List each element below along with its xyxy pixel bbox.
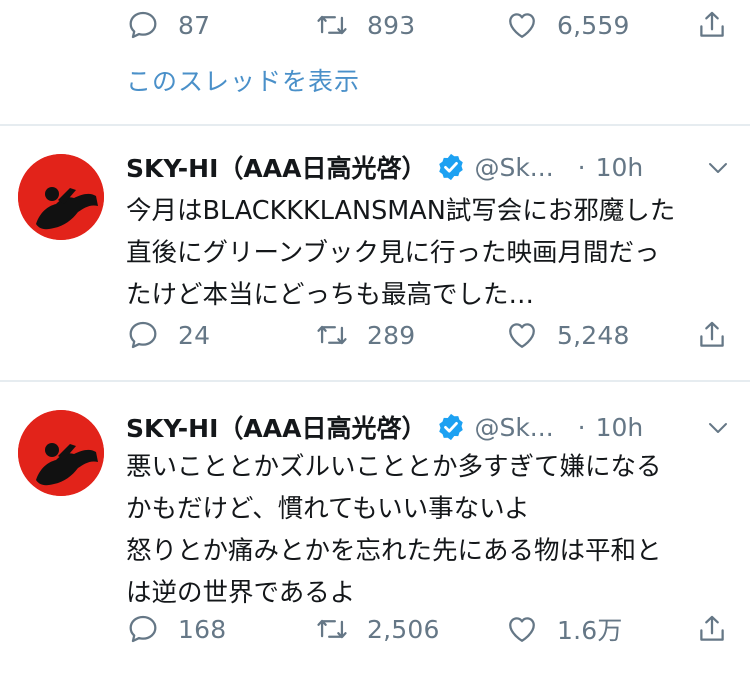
reply-icon (129, 11, 157, 39)
reply-icon (129, 321, 157, 349)
retweet-icon (317, 325, 347, 345)
tweet-text-line: 今月はBLACKKKLANSMAN試写会にお邪魔した (126, 196, 676, 226)
show-thread-link[interactable]: このスレッドを表示 (126, 62, 360, 98)
avatar[interactable] (18, 410, 104, 496)
tweet-actions: 24 289 5,248 (0, 310, 750, 360)
like-button[interactable]: 5,248 (505, 310, 630, 360)
retweet-button[interactable]: 2,506 (315, 604, 440, 654)
retweet-count: 893 (367, 10, 416, 40)
retweet-icon (317, 619, 347, 639)
like-icon (509, 13, 535, 38)
share-button[interactable] (695, 604, 729, 654)
tweet[interactable]: SKY-HI（AAA日高光啓） @Sk... · 10h 悪いこととかズルいこと… (0, 382, 750, 677)
like-count: 5,248 (557, 320, 630, 350)
reply-button[interactable]: 87 (126, 0, 210, 50)
chevron-down-icon[interactable] (706, 156, 730, 180)
timestamp[interactable]: 10h (596, 153, 644, 182)
like-button[interactable]: 6,559 (505, 0, 630, 50)
like-count: 1.6万 (557, 616, 623, 645)
tweet-text: 悪いこととかズルいこととか多すぎて嫌になる かもだけど、慣れてもいい事ないよ 怒… (126, 446, 726, 614)
like-icon (509, 323, 535, 348)
tweet-actions: 168 2,506 1.6万 (0, 604, 750, 654)
separator-dot: · (577, 412, 586, 442)
reply-button[interactable]: 168 (126, 604, 226, 654)
retweet-button[interactable]: 289 (315, 310, 415, 360)
share-button[interactable] (695, 310, 729, 360)
like-icon (509, 617, 535, 642)
user-handle[interactable]: @Sk... (474, 153, 553, 182)
reply-button[interactable]: 24 (126, 310, 210, 360)
reply-count: 87 (178, 10, 211, 40)
avatar-image (18, 154, 104, 240)
display-name[interactable]: SKY-HI（AAA日高光啓） (126, 149, 426, 185)
tweet-text-line: かもだけど、慣れてもいい事ないよ (126, 494, 530, 524)
separator-dot: · (577, 152, 586, 182)
verified-badge-icon (439, 413, 464, 441)
retweet-count: 289 (367, 320, 416, 350)
tweet-header: SKY-HI（AAA日高光啓） @Sk... · 10h (126, 410, 643, 444)
tweet[interactable]: SKY-HI（AAA日高光啓） @Sk... · 10h 今月はBLACKKKL… (0, 126, 750, 380)
user-handle[interactable]: @Sk... (474, 413, 553, 442)
verified-badge-icon (439, 153, 464, 181)
timeline: 87 893 6,559 このスレッドを表示 SKY-HI（AAA日高光啓） @… (0, 0, 750, 677)
tweet-header: SKY-HI（AAA日高光啓） @Sk... · 10h (126, 150, 643, 184)
share-icon (700, 11, 724, 37)
like-count: 6,559 (557, 10, 630, 40)
tweet-text: 今月はBLACKKKLANSMAN試写会にお邪魔した 直後にグリーンブック見に行… (126, 190, 726, 316)
share-button[interactable] (695, 0, 729, 50)
tweet-text-line: 悪いこととかズルいこととか多すぎて嫌になる (126, 452, 662, 482)
like-button[interactable]: 1.6万 (505, 604, 623, 654)
display-name[interactable]: SKY-HI（AAA日高光啓） (126, 409, 426, 445)
retweet-count: 2,506 (367, 614, 440, 644)
retweet-icon (317, 15, 347, 35)
share-icon (700, 321, 724, 347)
timestamp[interactable]: 10h (596, 413, 644, 442)
tweet-text-line: 怒りとか痛みとかを忘れた先にある物は平和と (126, 536, 662, 566)
share-icon (700, 615, 724, 641)
reply-icon (129, 615, 157, 643)
reply-count: 24 (178, 320, 211, 350)
reply-count: 168 (178, 614, 227, 644)
tweet-text-line: 直後にグリーンブック見に行った映画月間だっ (126, 238, 660, 268)
retweet-button[interactable]: 893 (315, 0, 415, 50)
prev-tweet-actions: 87 893 6,559 (0, 0, 750, 50)
chevron-down-icon[interactable] (706, 416, 730, 440)
avatar-image (18, 410, 104, 496)
avatar[interactable] (18, 154, 104, 240)
